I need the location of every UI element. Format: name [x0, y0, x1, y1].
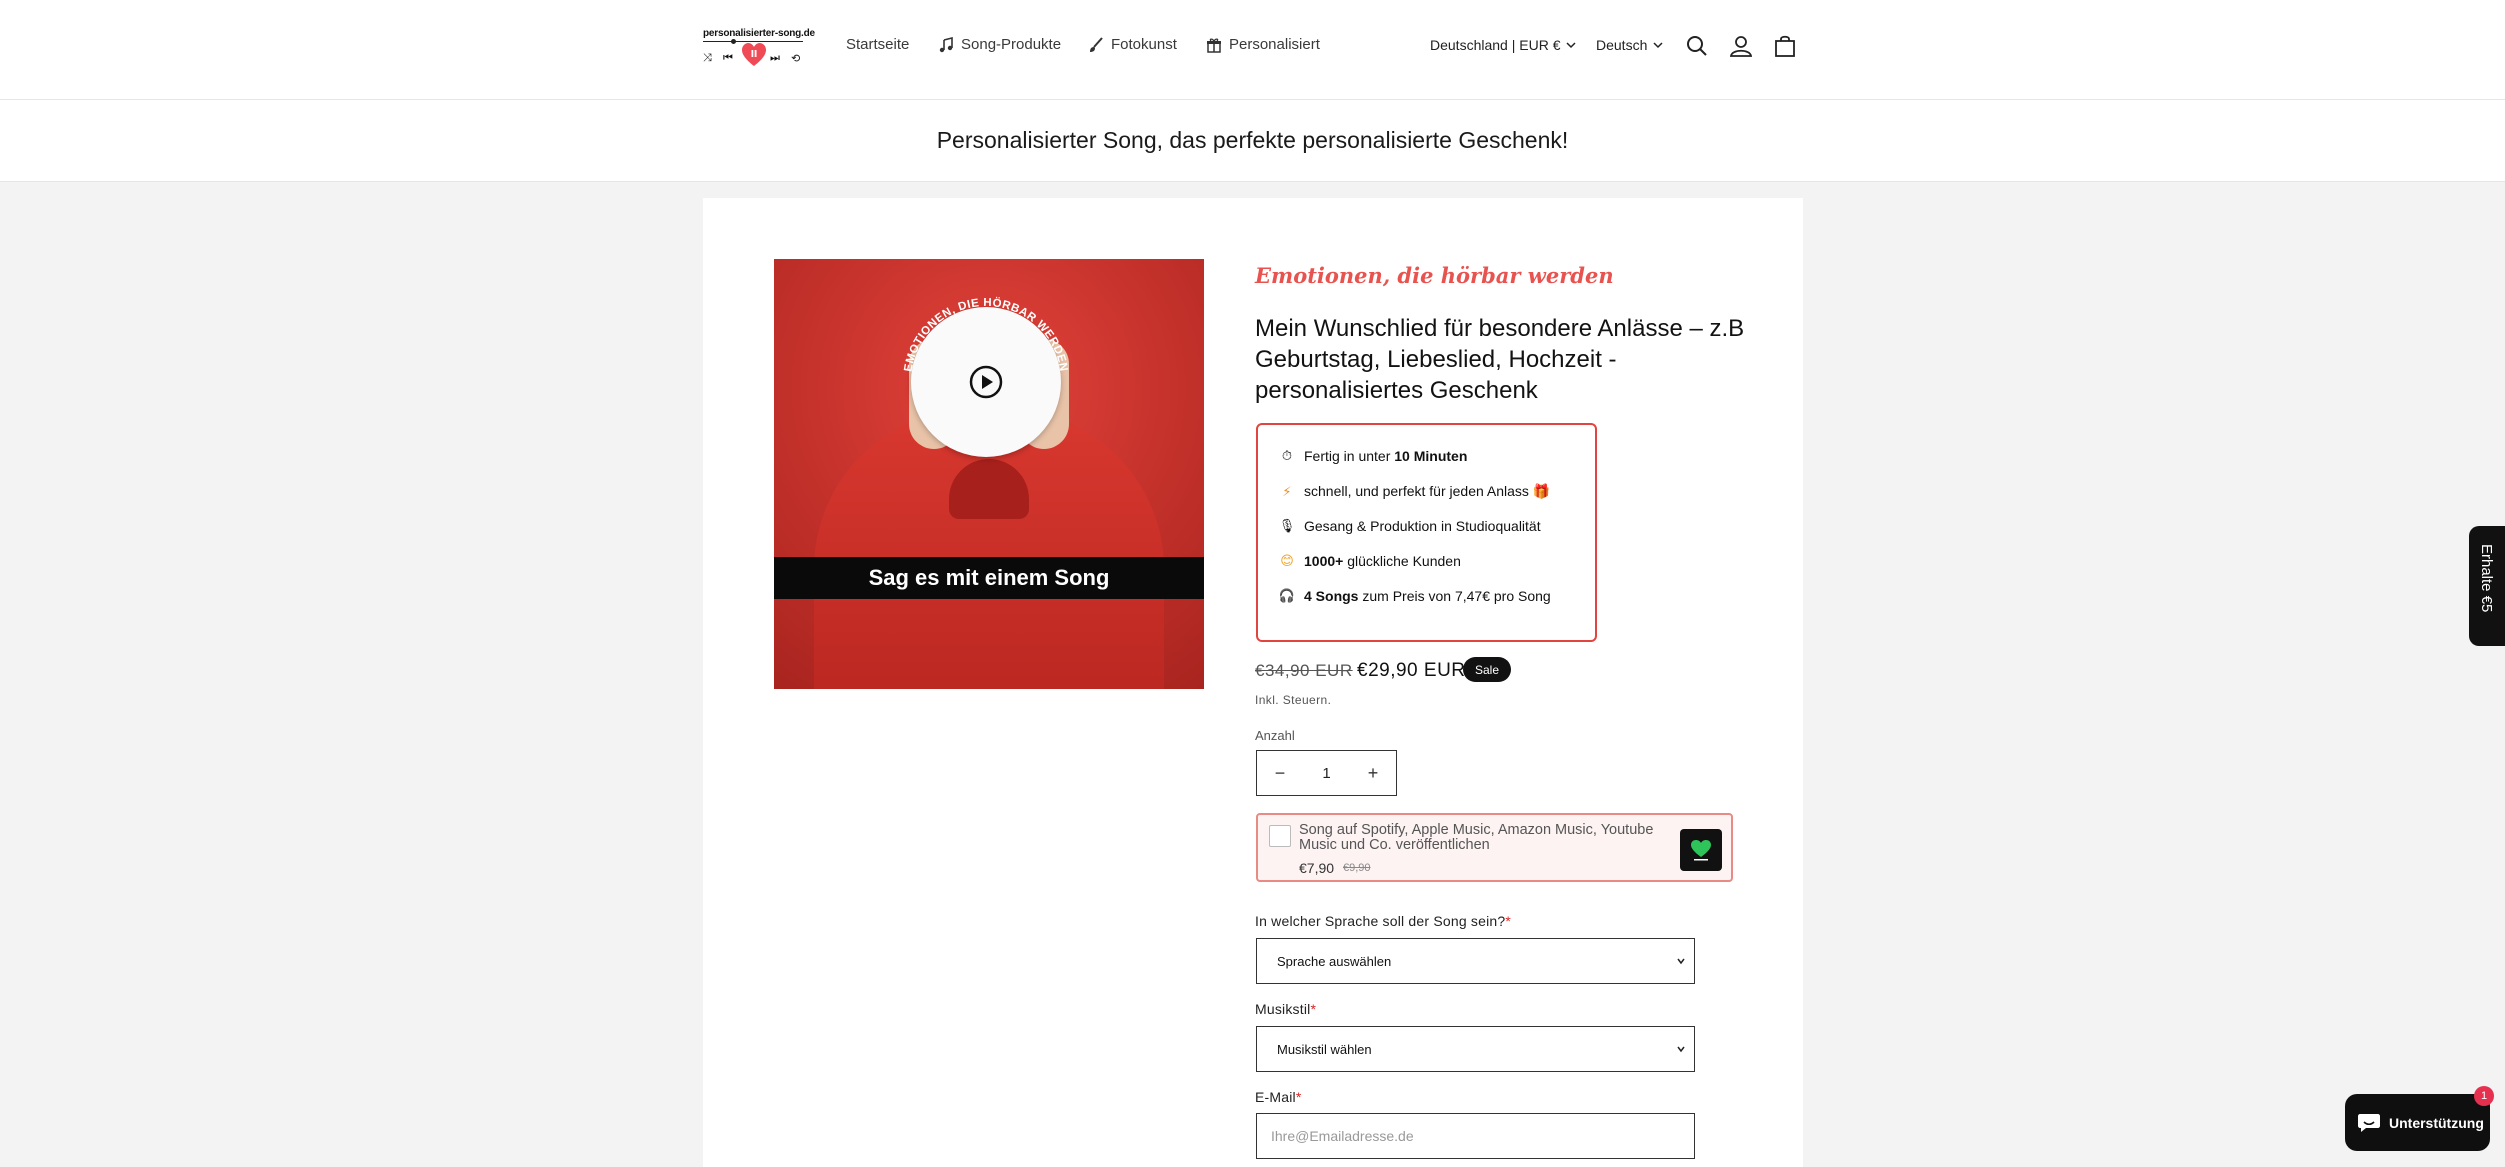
country-selector[interactable]: Deutschland | EUR € — [1430, 37, 1577, 53]
announcement-bar: Personalisierter Song, das perfekte pers… — [0, 100, 2505, 182]
announcement-text: Personalisierter Song, das perfekte pers… — [936, 127, 1569, 153]
music-style-select[interactable]: Musikstil wählen — [1256, 1026, 1695, 1072]
quantity-increase-button[interactable]: + — [1350, 751, 1396, 795]
sale-badge: Sale — [1463, 657, 1512, 682]
nav-personalisiert[interactable]: Personalisiert — [1206, 36, 1320, 53]
nav-fotokunst[interactable]: Fotokunst — [1088, 36, 1177, 53]
site-header: personalisierter-song.de ⤨ ⏮ ⏭ ⟲ Startse… — [0, 0, 2505, 100]
language-label: Deutsch — [1596, 37, 1648, 53]
upsell-price: €7,90 — [1299, 860, 1335, 876]
support-chat-button[interactable]: Unterstützung — [2345, 1094, 2490, 1151]
brush-icon — [1090, 36, 1103, 52]
music-note-icon — [939, 36, 953, 52]
notification-badge: 1 — [2474, 1086, 2494, 1106]
country-label: Deutschland | EUR € — [1430, 37, 1561, 53]
chevron-down-icon — [1677, 1046, 1685, 1053]
logo[interactable]: personalisierter-song.de ⤨ ⏮ ⏭ ⟲ — [703, 26, 815, 72]
chevron-down-icon — [1566, 42, 1577, 49]
upsell-text: Song auf Spotify, Apple Music, Amazon Mu… — [1299, 822, 1654, 853]
chevron-down-icon — [1677, 958, 1685, 965]
search-icon — [1687, 36, 1707, 56]
style-field-label: Musikstil* — [1255, 1001, 1317, 1017]
account-button[interactable] — [1728, 33, 1754, 59]
support-label: Unterstützung — [2389, 1114, 2484, 1131]
stopwatch-icon: ⏱ — [1281, 448, 1293, 463]
user-icon — [1729, 36, 1753, 57]
previous-icon: ⏮ — [723, 52, 733, 64]
quantity-value[interactable]: 1 — [1303, 765, 1350, 782]
next-icon: ⏭ — [770, 52, 780, 64]
cart-button[interactable] — [1772, 33, 1798, 59]
svg-text:EMOTIONEN, DIE HÖRBAR WERDEN: EMOTIONEN, DIE HÖRBAR WERDEN — [903, 296, 1070, 372]
chat-icon — [2358, 1113, 2380, 1132]
feature-box: ⏱ Fertig in unter 10 Minuten ⚡ schnell, … — [1256, 423, 1597, 642]
product-tagline: Emotionen, die hörbar werden — [1255, 263, 1614, 288]
media-banner: Sag es mit einem Song — [774, 557, 1204, 599]
upsell-old-price: €9,90 — [1343, 862, 1371, 874]
email-field[interactable]: Ihre@Emailadresse.de — [1256, 1113, 1695, 1159]
quantity-decrease-button[interactable]: − — [1257, 751, 1303, 795]
smiley-icon: 😊 — [1280, 553, 1294, 568]
language-select-value: Sprache auswählen — [1277, 953, 1392, 969]
feature-item: 🎙 Gesang & Produktion in Studioqualität — [1278, 518, 1541, 534]
bag-icon — [1775, 35, 1795, 57]
language-field-label: In welcher Sprache soll der Song sein?* — [1255, 913, 1512, 929]
microphone-icon: 🎙 — [1278, 518, 1296, 533]
quantity-stepper: − 1 + — [1256, 750, 1397, 796]
play-icon[interactable] — [967, 363, 1005, 401]
side-tab-label: Erhalte €5 — [2478, 544, 2495, 613]
regular-price: €34,90 EUR — [1255, 661, 1353, 680]
tax-note: Inkl. Steuern. — [1255, 693, 1332, 707]
feature-item: ⏱ Fertig in unter 10 Minuten — [1281, 448, 1468, 464]
language-select[interactable]: Sprache auswählen — [1256, 938, 1695, 984]
feature-item: ⚡ schnell, und perfekt für jeden Anlass … — [1280, 483, 1550, 500]
music-style-select-value: Musikstil wählen — [1277, 1041, 1372, 1057]
email-field-label: E-Mail* — [1255, 1089, 1302, 1105]
nav-label: Fotokunst — [1111, 36, 1177, 53]
discount-side-tab[interactable]: Erhalte €5 — [2469, 526, 2505, 646]
headphones-icon: 🎧 — [1278, 588, 1296, 603]
nav-label: Startseite — [846, 36, 910, 53]
nav-song-produkte[interactable]: Song-Produkte — [938, 36, 1061, 53]
green-heart-icon — [1691, 840, 1711, 861]
nav-label: Personalisiert — [1229, 36, 1320, 53]
nav-startseite[interactable]: Startseite — [846, 36, 909, 53]
search-button[interactable] — [1684, 33, 1710, 59]
feature-item: 🎧 4 Songs zum Preis von 7,47€ pro Song — [1278, 588, 1551, 604]
quantity-label: Anzahl — [1255, 728, 1295, 743]
nav-label: Song-Produkte — [961, 36, 1062, 53]
logo-text: personalisierter-song.de — [703, 28, 815, 39]
shuffle-icon: ⤨ — [703, 52, 712, 64]
email-placeholder: Ihre@Emailadresse.de — [1271, 1128, 1414, 1144]
product-media[interactable]: EMOTIONEN, DIE HÖRBAR WERDEN Sag es mit … — [774, 259, 1204, 689]
lightning-icon: ⚡ — [1282, 483, 1292, 499]
upsell-option[interactable]: Song auf Spotify, Apple Music, Amazon Mu… — [1256, 813, 1733, 882]
upsell-checkbox[interactable] — [1269, 825, 1291, 847]
sale-price: €29,90 EUR — [1357, 660, 1466, 681]
gift-icon — [1207, 37, 1221, 53]
upsell-image — [1680, 829, 1722, 871]
product-title: Mein Wunschlied für besondere Anlässe – … — [1255, 315, 1745, 404]
chevron-down-icon — [1653, 42, 1663, 49]
feature-item: 😊 1000+ glückliche Kunden — [1280, 553, 1461, 569]
language-selector[interactable]: Deutsch — [1596, 37, 1663, 53]
heart-icon — [742, 43, 766, 66]
repeat-icon: ⟲ — [791, 53, 801, 65]
